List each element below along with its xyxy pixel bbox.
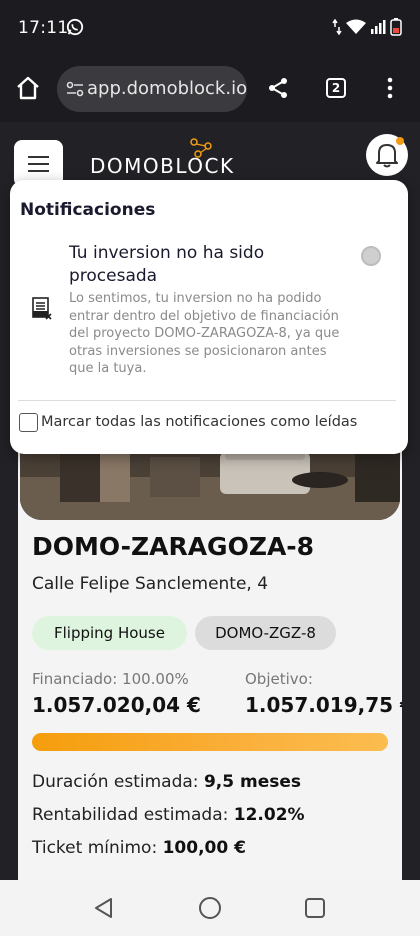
financed-label: Financiado: 100.00% xyxy=(32,670,189,688)
objective-value: 1.057.019,75 € xyxy=(245,693,402,717)
whatsapp-icon xyxy=(66,18,84,36)
mark-all-read-checkbox[interactable] xyxy=(19,413,38,432)
funding-progress-fill xyxy=(32,733,388,751)
divider xyxy=(18,400,396,401)
back-icon[interactable] xyxy=(92,896,116,920)
financed-value: 1.057.020,04 € xyxy=(32,693,201,717)
detail-min-ticket: Ticket mínimo: 100,00 € xyxy=(32,838,246,858)
site-logo[interactable]: DOMOBLOCK xyxy=(90,138,240,185)
home-nav-icon[interactable] xyxy=(199,897,221,919)
browser-toolbar: app.domoblock.io 2 xyxy=(0,56,420,122)
tag-flipping-house: Flipping House xyxy=(32,616,187,650)
notification-dot xyxy=(396,137,404,145)
project-address: Calle Felipe Sanclemente, 4 xyxy=(32,574,269,594)
detail-duration: Duración estimada: 9,5 meses xyxy=(32,772,301,792)
notification-title: Tu inversion no ha sido procesada xyxy=(69,243,265,286)
data-arrows-icon xyxy=(332,19,342,35)
document-x-icon xyxy=(32,297,52,320)
detail-return: Rentabilidad estimada: 12.02% xyxy=(32,805,305,825)
system-nav-bar xyxy=(0,880,420,936)
notifications-header: Notificaciones xyxy=(20,200,156,220)
funding-progress-bar xyxy=(32,733,388,751)
project-title: DOMO-ZARAGOZA-8 xyxy=(32,532,315,561)
signal-icon xyxy=(371,20,386,34)
share-icon[interactable] xyxy=(266,76,290,100)
logo-text: DOMOBLOCK xyxy=(90,154,235,178)
site-settings-icon[interactable] xyxy=(65,79,85,99)
status-bar: 17:11 xyxy=(0,0,420,56)
tab-switcher-button[interactable]: 2 xyxy=(326,78,346,98)
home-icon[interactable] xyxy=(14,74,42,102)
mark-read-radio[interactable] xyxy=(361,246,381,266)
url-bar[interactable]: app.domoblock.io xyxy=(57,66,247,112)
recents-icon[interactable] xyxy=(305,898,325,918)
notifications-dropdown: Notificaciones Tu inversion no ha sido p… xyxy=(10,180,408,454)
battery-icon xyxy=(390,18,402,36)
wifi-icon xyxy=(346,19,366,34)
url-text: app.domoblock.io xyxy=(87,78,247,99)
tag-project-code: DOMO-ZGZ-8 xyxy=(195,616,336,650)
objective-label: Objetivo: xyxy=(245,670,313,688)
project-card[interactable]: DOMO-ZARAGOZA-8 Calle Felipe Sanclemente… xyxy=(18,422,402,880)
status-time: 17:11 xyxy=(18,18,69,38)
more-options-icon[interactable] xyxy=(384,76,396,100)
mark-all-read-label[interactable]: Marcar todas las notificaciones como leí… xyxy=(41,414,357,430)
notification-body: Lo sentimos, tu inversion no ha podido e… xyxy=(69,291,340,376)
web-page: DOMOBLOCK DOMO-ZARAGOZA-8 Calle Felipe S… xyxy=(0,122,420,880)
